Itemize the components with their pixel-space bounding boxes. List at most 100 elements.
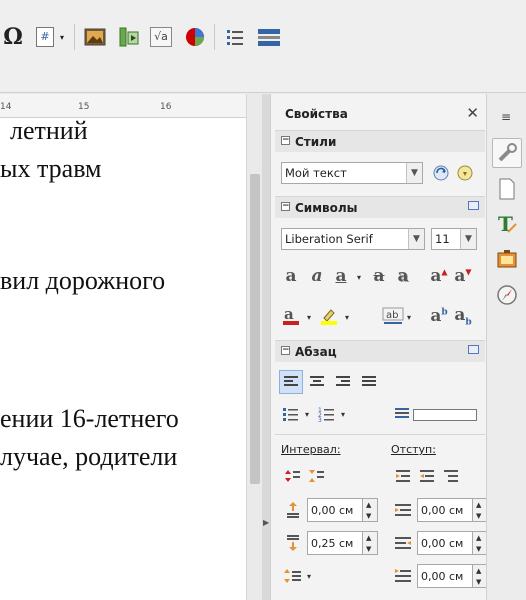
collapse-toggle-icon[interactable]: − — [281, 136, 290, 145]
justify-button[interactable] — [357, 370, 381, 394]
hanging-indent-button[interactable] — [439, 464, 463, 488]
increase-indent-button[interactable] — [391, 464, 415, 488]
field-dropdown-arrow[interactable]: ▾ — [60, 33, 64, 42]
bold-button[interactable]: a — [279, 264, 303, 288]
below-spacing-value: 0,25 см — [311, 537, 354, 550]
background-color-button[interactable] — [391, 402, 415, 426]
increase-spacing-button[interactable] — [281, 464, 305, 488]
font-color-dropdown-arrow[interactable]: ▾ — [307, 313, 311, 322]
font-size-combo[interactable]: 11 ▼ — [431, 228, 477, 250]
unordered-list-button[interactable] — [279, 402, 303, 426]
after-indent-icon — [395, 537, 411, 549]
insert-formula-button[interactable]: √a — [148, 24, 174, 50]
insert-media-button[interactable] — [116, 24, 142, 50]
above-spacing-field[interactable]: 0,00 см — [307, 498, 363, 522]
ordered-list-button[interactable]: 123 — [315, 402, 339, 426]
tab-styles[interactable]: T — [492, 208, 522, 238]
shrink-font-button[interactable]: a▼ — [451, 264, 475, 288]
collapse-toggle-icon[interactable]: − — [281, 346, 290, 355]
omega-icon: Ω — [3, 24, 23, 50]
spin-up-icon[interactable]: ▲ — [476, 567, 481, 575]
align-right-button[interactable] — [331, 370, 355, 394]
insert-image-button[interactable] — [82, 24, 108, 50]
spin-down-icon[interactable]: ▼ — [476, 578, 481, 586]
align-center-button[interactable] — [305, 370, 329, 394]
spinner-arrows[interactable]: ▲ ▼ — [363, 498, 378, 522]
line-spacing-dropdown-arrow[interactable]: ▾ — [307, 572, 311, 581]
track-changes-button[interactable] — [256, 24, 282, 50]
shadow-button[interactable]: a — [391, 264, 415, 288]
unordered-list-dropdown-arrow[interactable]: ▾ — [305, 410, 309, 419]
after-indent-field[interactable]: 0,00 см — [417, 531, 473, 555]
more-options-icon[interactable] — [468, 345, 479, 354]
line-spacing-button[interactable] — [281, 564, 305, 588]
underline-button[interactable]: a — [329, 264, 353, 288]
chevron-down-icon[interactable]: ▼ — [406, 163, 422, 183]
spin-down-icon[interactable]: ▼ — [476, 512, 481, 520]
styles-panel-header[interactable]: − Стили — [275, 130, 485, 152]
superscript-button[interactable]: ab — [427, 304, 451, 328]
spin-up-icon[interactable]: ▲ — [366, 501, 371, 509]
character-panel-header[interactable]: − Символы — [275, 196, 485, 218]
font-color-button[interactable]: a — [279, 304, 303, 328]
strikethrough-button[interactable]: a — [367, 264, 391, 288]
sidebar-header: Свойства ✕ — [271, 94, 487, 128]
more-options-icon[interactable] — [468, 201, 479, 210]
underline-dropdown-arrow[interactable]: ▾ — [357, 273, 361, 282]
highlight-dropdown-arrow[interactable]: ▾ — [345, 313, 349, 322]
special-character-button[interactable]: Ω — [0, 24, 26, 50]
above-spacing-spinner[interactable]: 0,00 см ▲ ▼ — [307, 498, 379, 522]
sidebar-menu-icon[interactable]: ≡ — [501, 110, 511, 124]
close-icon[interactable]: ✕ — [466, 104, 479, 122]
vertical-scrollbar[interactable] — [246, 94, 262, 600]
tab-properties[interactable] — [492, 138, 522, 168]
align-left-button[interactable] — [279, 370, 303, 394]
spin-up-icon[interactable]: ▲ — [476, 534, 481, 542]
paragraph-panel-header[interactable]: − Абзац — [275, 340, 485, 362]
italic-button[interactable]: a — [305, 264, 329, 288]
spin-up-icon[interactable]: ▲ — [476, 501, 481, 509]
update-style-button[interactable] — [429, 161, 453, 185]
document-text-line: вил дорожного — [0, 266, 166, 295]
collapse-toggle-icon[interactable]: − — [281, 202, 290, 211]
decrease-spacing-icon — [309, 470, 324, 482]
insert-field-button[interactable]: # — [32, 24, 58, 50]
tab-gallery[interactable] — [492, 244, 522, 274]
decrease-spacing-button[interactable] — [305, 464, 329, 488]
tab-navigator[interactable] — [492, 280, 522, 310]
before-indent-field[interactable]: 0,00 см — [417, 498, 473, 522]
first-line-indent-field[interactable]: 0,00 см — [417, 564, 473, 588]
sidebar-collapse-handle[interactable]: ▶ — [262, 94, 270, 600]
character-spacing-button[interactable]: ab — [381, 304, 405, 328]
below-spacing-spinner[interactable]: 0,25 см ▲ ▼ — [307, 531, 379, 555]
document-page[interactable]: летний ых травм вил дорожного ении 16-ле… — [0, 116, 246, 600]
below-spacing-field[interactable]: 0,25 см — [307, 531, 363, 555]
font-name-combo[interactable]: Liberation Serif ▼ — [281, 228, 425, 250]
insert-chart-button[interactable] — [182, 24, 208, 50]
background-color-swatch[interactable] — [413, 409, 477, 421]
new-style-button[interactable] — [453, 161, 477, 185]
spinner-arrows[interactable]: ▲ ▼ — [363, 531, 378, 555]
spin-down-icon[interactable]: ▼ — [366, 545, 371, 553]
ordered-list-dropdown-arrow[interactable]: ▾ — [341, 410, 345, 419]
paragraph-style-combo[interactable]: Мой текст ▼ — [281, 162, 423, 184]
chevron-down-icon[interactable]: ▼ — [460, 229, 476, 249]
after-indent-spinner[interactable]: 0,00 см ▲ ▼ — [417, 531, 489, 555]
highlight-button[interactable] — [317, 304, 341, 328]
spin-down-icon[interactable]: ▼ — [366, 512, 371, 520]
chevron-down-icon[interactable]: ▼ — [408, 229, 424, 249]
spin-down-icon[interactable]: ▼ — [476, 545, 481, 553]
toolbar-separator — [74, 24, 75, 50]
toggle-list-button[interactable] — [222, 24, 248, 50]
grow-font-button[interactable]: a▲ — [427, 264, 451, 288]
scrollbar-thumb[interactable] — [250, 174, 260, 484]
subscript-button[interactable]: ab — [451, 304, 475, 328]
character-spacing-dropdown-arrow[interactable]: ▾ — [407, 313, 411, 322]
horizontal-ruler[interactable]: 14 15 16 — [0, 94, 246, 118]
first-line-indent-spinner[interactable]: 0,00 см ▲ ▼ — [417, 564, 489, 588]
before-indent-spinner[interactable]: 0,00 см ▲ ▼ — [417, 498, 489, 522]
spin-up-icon[interactable]: ▲ — [366, 534, 371, 542]
tab-page[interactable] — [492, 174, 522, 204]
properties-icon — [498, 143, 517, 162]
decrease-indent-button[interactable] — [415, 464, 439, 488]
